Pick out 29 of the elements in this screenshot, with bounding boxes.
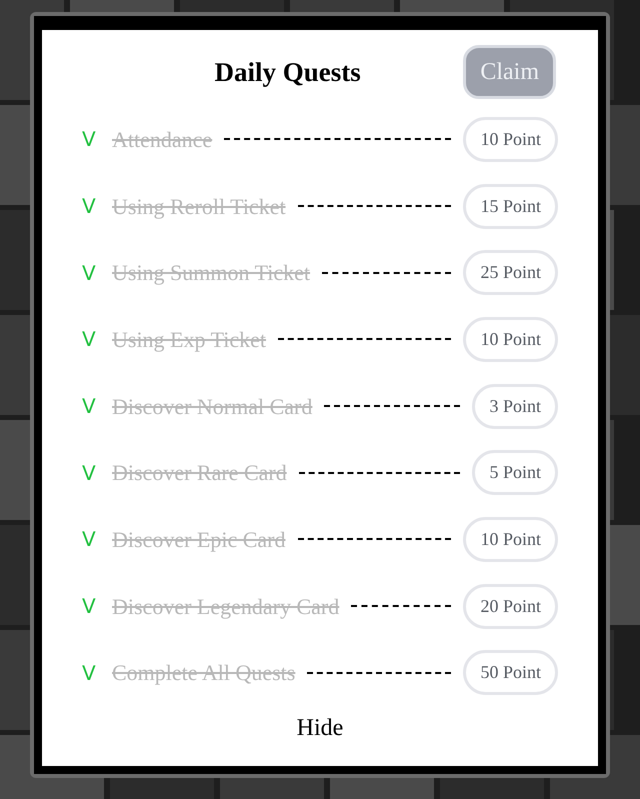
quest-name: Complete All Quests <box>112 659 296 688</box>
quest-name: Discover Epic Card <box>112 526 286 554</box>
points-badge: 5 Point <box>472 450 558 496</box>
quest-name: Discover Normal Card <box>112 392 312 421</box>
panel-title: Daily Quests <box>214 56 361 89</box>
points-badge: 50 Point <box>463 650 558 696</box>
quest-name: Attendance <box>112 126 212 154</box>
quest-name: Discover Legendary Card <box>112 592 340 621</box>
points-badge: 15 Point <box>463 184 558 229</box>
quest-name: Using Exp Ticket <box>112 326 266 354</box>
check-mark: V <box>82 526 97 554</box>
points-badge: 20 Point <box>463 584 558 629</box>
check-mark: V <box>82 193 97 220</box>
quest-name: Using Reroll Ticket <box>112 192 286 221</box>
check-mark: V <box>82 393 97 420</box>
points-badge: 3 Point <box>472 384 558 429</box>
check-mark: V <box>82 593 97 620</box>
check-mark: V <box>82 460 97 487</box>
check-mark: V <box>82 660 97 687</box>
points-badge: 10 Point <box>463 516 558 562</box>
points-badge: 10 Point <box>463 316 558 362</box>
check-mark: V <box>82 126 97 154</box>
quest-name: Discover Rare Card <box>112 459 287 488</box>
check-mark: V <box>82 326 97 354</box>
hide-button[interactable]: Hide <box>296 710 344 746</box>
points-badge: 25 Point <box>463 250 558 296</box>
points-badge: 10 Point <box>463 116 558 162</box>
check-mark: V <box>82 260 97 287</box>
quest-name: Using Summon Ticket <box>112 259 310 288</box>
